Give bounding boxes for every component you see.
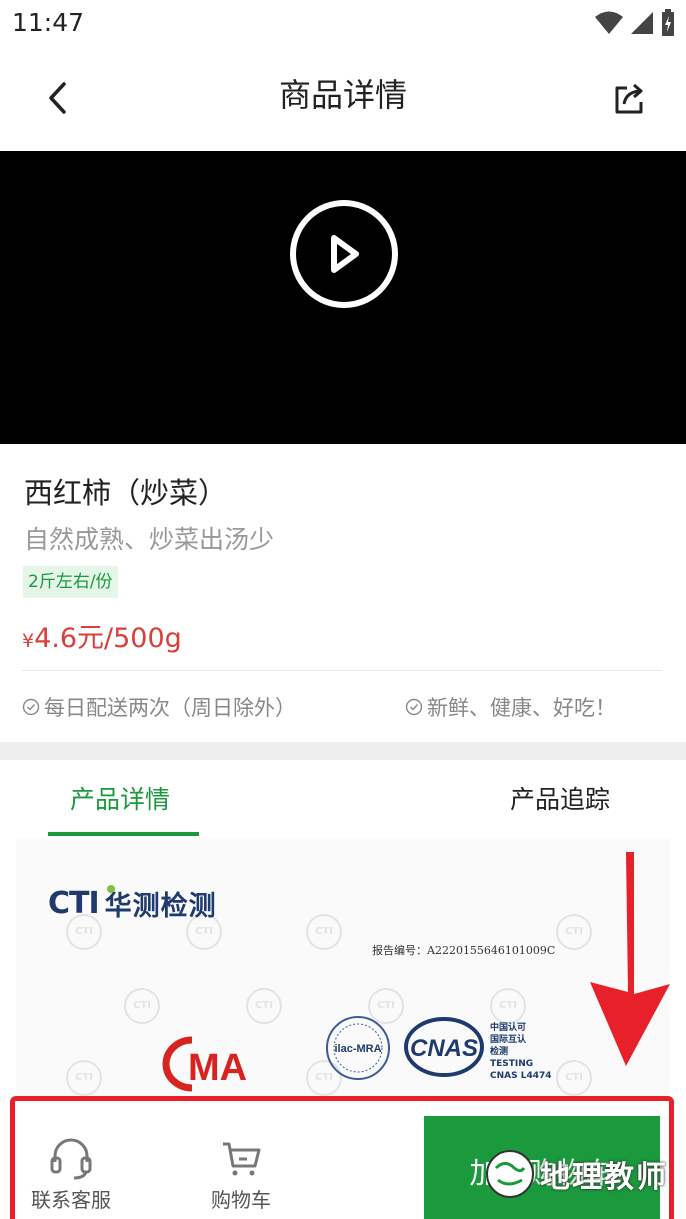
wifi-icon <box>595 11 623 34</box>
feature-label: 每日配送两次（周日除外） <box>44 696 296 720</box>
ilac-text: ilac-MRA <box>334 1043 381 1055</box>
cti-watermark: CTI <box>556 914 592 950</box>
product-info: 西红柿（炒菜） 自然成熟、炒菜出汤少 2斤左右/份 ¥4.6元/500g 每日配… <box>0 444 686 742</box>
cnas-line: 检测 <box>490 1047 509 1057</box>
divider <box>22 670 662 671</box>
share-icon[interactable] <box>612 80 648 116</box>
product-subtitle: 自然成熟、炒菜出汤少 <box>24 525 275 554</box>
red-arrow-annotation <box>590 852 670 1066</box>
cellular-signal-icon <box>631 12 653 34</box>
cti-watermark: CTI <box>306 914 342 950</box>
video-player[interactable] <box>0 151 686 444</box>
feature-delivery: 每日配送两次（周日除外） <box>22 692 296 722</box>
tab-product-tracking[interactable]: 产品追踪 <box>510 780 610 816</box>
watermark-logo-icon <box>486 1150 534 1198</box>
check-circle-icon <box>22 698 40 716</box>
status-time: 11:47 <box>12 8 85 37</box>
cma-mark: MA <box>162 1036 247 1092</box>
cti-logo-cn: 华测检测 <box>104 891 217 922</box>
product-tag: 2斤左右/份 <box>23 566 118 598</box>
price-symbol: ¥ <box>22 630 35 652</box>
cti-logo-latin: CTI <box>48 886 100 921</box>
cti-watermark: CTI <box>66 1060 102 1096</box>
section-gap <box>0 742 686 760</box>
product-price: ¥4.6元/500g <box>22 616 182 655</box>
battery-icon <box>662 9 674 36</box>
cti-watermark: CTI <box>124 988 160 1024</box>
nav-bar: 商品详情 <box>0 48 686 150</box>
overlay-watermark: 地理教师 <box>484 1148 668 1200</box>
tab-product-details[interactable]: 产品详情 <box>70 780 170 816</box>
status-icons <box>594 8 676 38</box>
check-circle-icon <box>405 698 423 716</box>
cma-text: MA <box>188 1047 247 1089</box>
play-icon[interactable] <box>288 198 400 310</box>
page-title: 商品详情 <box>278 76 407 114</box>
cnas-line: 中国认可 <box>490 1023 527 1033</box>
feature-label: 新鲜、健康、好吃！ <box>427 696 616 720</box>
price-value: 4.6元/500g <box>34 623 182 654</box>
certificate-image: CTI CTI CTI CTI CTI CTI CTI CTI CTI CTI … <box>16 838 670 1108</box>
tab-active-indicator <box>48 832 199 836</box>
cti-watermark: CTI <box>246 988 282 1024</box>
cnas-line: CNAS L4474 <box>490 1071 552 1081</box>
report-number: 报告编号：A2220155646101009C <box>372 944 556 957</box>
cti-watermark: CTI <box>556 1060 592 1096</box>
product-name: 西红柿（炒菜） <box>24 476 228 510</box>
cti-logo: CTI 华测检测 <box>48 884 217 923</box>
tab-bar: 产品详情 产品追踪 <box>0 760 686 838</box>
ilac-mra-mark: ilac-MRA <box>326 1016 390 1080</box>
cnas-line: 国际互认 <box>490 1035 527 1045</box>
cnas-line: TESTING <box>490 1059 534 1069</box>
status-bar: 11:47 <box>0 0 686 48</box>
cti-watermark: CTI <box>490 988 526 1024</box>
cnas-mark: CNAS <box>404 1017 484 1077</box>
feature-fresh: 新鲜、健康、好吃！ <box>405 692 616 722</box>
logo-dot-icon <box>107 885 115 893</box>
cnas-text: CNAS <box>410 1035 478 1062</box>
overlay-watermark-text: 地理教师 <box>540 1160 668 1195</box>
cnas-caption: 中国认可 国际互认 检测 TESTING CNAS L4474 <box>490 1022 552 1082</box>
